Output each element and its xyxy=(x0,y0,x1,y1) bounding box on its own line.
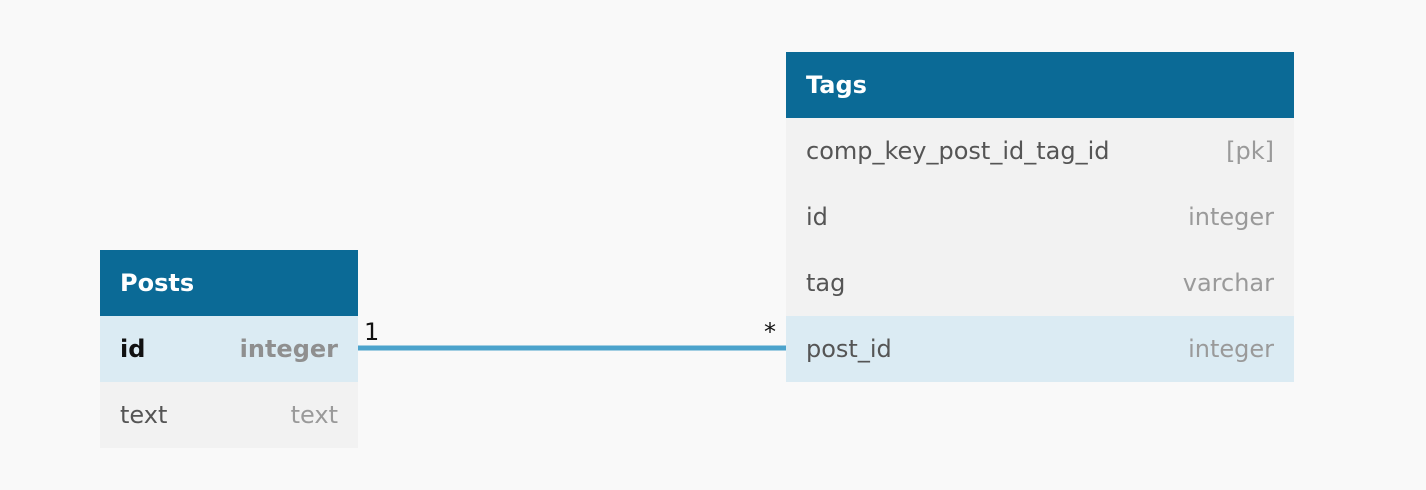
field-type: integer xyxy=(1188,203,1274,231)
table-tags[interactable]: Tags comp_key_post_id_tag_id [pk] id int… xyxy=(786,52,1294,382)
table-header-posts[interactable]: Posts xyxy=(100,250,358,316)
diagram-canvas: 1 * Posts id integer text text Tags comp… xyxy=(0,0,1426,490)
table-header-tags[interactable]: Tags xyxy=(786,52,1294,118)
field-row-tags-id[interactable]: id integer xyxy=(786,184,1294,250)
field-name: post_id xyxy=(806,335,892,363)
field-name: tag xyxy=(806,269,846,297)
table-posts[interactable]: Posts id integer text text xyxy=(100,250,358,448)
field-row-tags-post-id[interactable]: post_id integer xyxy=(786,316,1294,382)
field-name: comp_key_post_id_tag_id xyxy=(806,137,1110,165)
field-type: integer xyxy=(1188,335,1274,363)
field-type: integer xyxy=(239,335,338,363)
field-name: text xyxy=(120,401,168,429)
field-name: id xyxy=(806,203,828,231)
field-row-posts-text[interactable]: text text xyxy=(100,382,358,448)
field-type: [pk] xyxy=(1226,137,1274,165)
field-type: varchar xyxy=(1182,269,1274,297)
cardinality-one-label: 1 xyxy=(364,318,380,346)
field-row-posts-id[interactable]: id integer xyxy=(100,316,358,382)
field-name: id xyxy=(120,335,146,363)
cardinality-many-label: * xyxy=(764,318,776,346)
field-row-tags-tag[interactable]: tag varchar xyxy=(786,250,1294,316)
field-row-tags-comp-key[interactable]: comp_key_post_id_tag_id [pk] xyxy=(786,118,1294,184)
field-type: text xyxy=(290,401,338,429)
